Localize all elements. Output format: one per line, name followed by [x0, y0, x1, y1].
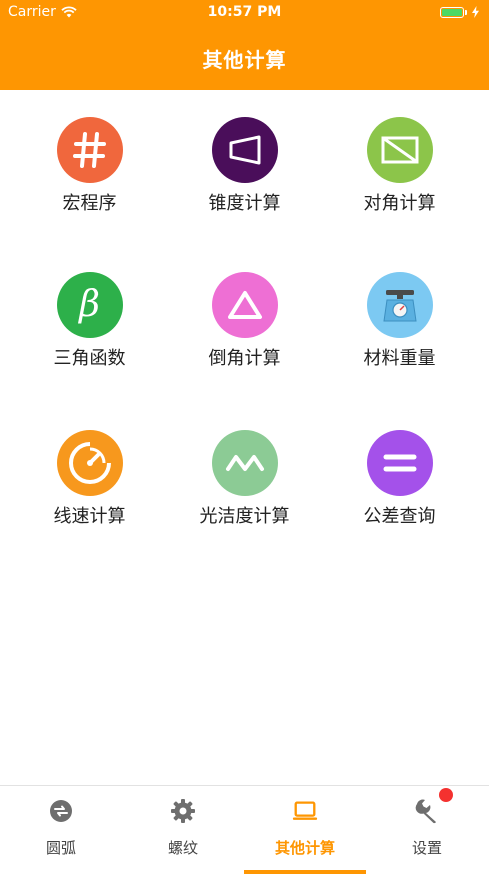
grid-item-diagonal-calc[interactable]: 对角计算: [318, 90, 481, 220]
grid-item-tolerance-lookup[interactable]: 公差查询: [318, 403, 481, 533]
triangle-icon: [211, 272, 278, 338]
grid-item-material-weight[interactable]: 材料重量: [318, 245, 481, 375]
taper-icon: [211, 117, 278, 183]
wave-icon: [211, 430, 278, 496]
battery-icon: [440, 6, 464, 18]
grid-item-label: 光洁度计算: [199, 506, 290, 527]
grid-item-trig-functions[interactable]: β 三角函数: [8, 245, 171, 375]
notification-badge: [439, 788, 453, 802]
page-title: 其他计算: [202, 48, 287, 72]
status-bar: Carrier 10:57 PM: [0, 0, 489, 26]
beta-icon: β: [56, 272, 123, 338]
tab-settings[interactable]: 设置: [366, 786, 488, 876]
grid-item-label: 对角计算: [363, 193, 436, 214]
gear-icon: [170, 798, 196, 824]
tab-arc[interactable]: 圆弧: [0, 786, 122, 876]
tab-thread[interactable]: 螺纹: [122, 786, 244, 876]
grid-item-taper-calc[interactable]: 锥度计算: [163, 90, 326, 220]
header-bar: Carrier 10:57 PM 其他计算: [0, 0, 489, 90]
charging-bolt-icon: [472, 6, 479, 18]
active-tab-indicator: [244, 870, 366, 874]
grid-item-macro-program[interactable]: 宏程序: [8, 90, 171, 220]
grid-item-label: 三角函数: [53, 348, 126, 369]
tab-label: 设置: [411, 839, 442, 857]
battery-indicator: [440, 6, 479, 18]
laptop-icon: [292, 798, 318, 824]
hash-icon: [56, 117, 123, 183]
tab-bar: 圆弧 螺纹 其他计算 设置: [0, 785, 489, 875]
speedometer-icon: [56, 430, 123, 496]
tab-label: 螺纹: [167, 839, 198, 857]
grid-item-label: 倒角计算: [208, 348, 281, 369]
grid-item-line-speed-calc[interactable]: 线速计算: [8, 403, 171, 533]
grid-item-chamfer-calc[interactable]: 倒角计算: [163, 245, 326, 375]
equals-icon: [366, 430, 433, 496]
wrench-icon: [414, 798, 440, 824]
tab-label: 圆弧: [45, 839, 76, 857]
grid-item-label: 材料重量: [363, 348, 436, 369]
status-time: 10:57 PM: [207, 4, 282, 20]
grid-item-label: 宏程序: [62, 193, 117, 214]
diagonal-rectangle-icon: [366, 117, 433, 183]
scale-icon: [366, 272, 433, 338]
tab-label: 其他计算: [274, 839, 335, 857]
grid-item-label: 锥度计算: [208, 193, 281, 214]
tab-other-calc[interactable]: 其他计算: [244, 786, 366, 876]
grid-item-label: 线速计算: [53, 506, 126, 527]
grid-item-surface-finish-calc[interactable]: 光洁度计算: [163, 403, 326, 533]
arc-swap-icon: [48, 798, 74, 824]
grid-item-label: 公差查询: [363, 506, 436, 527]
